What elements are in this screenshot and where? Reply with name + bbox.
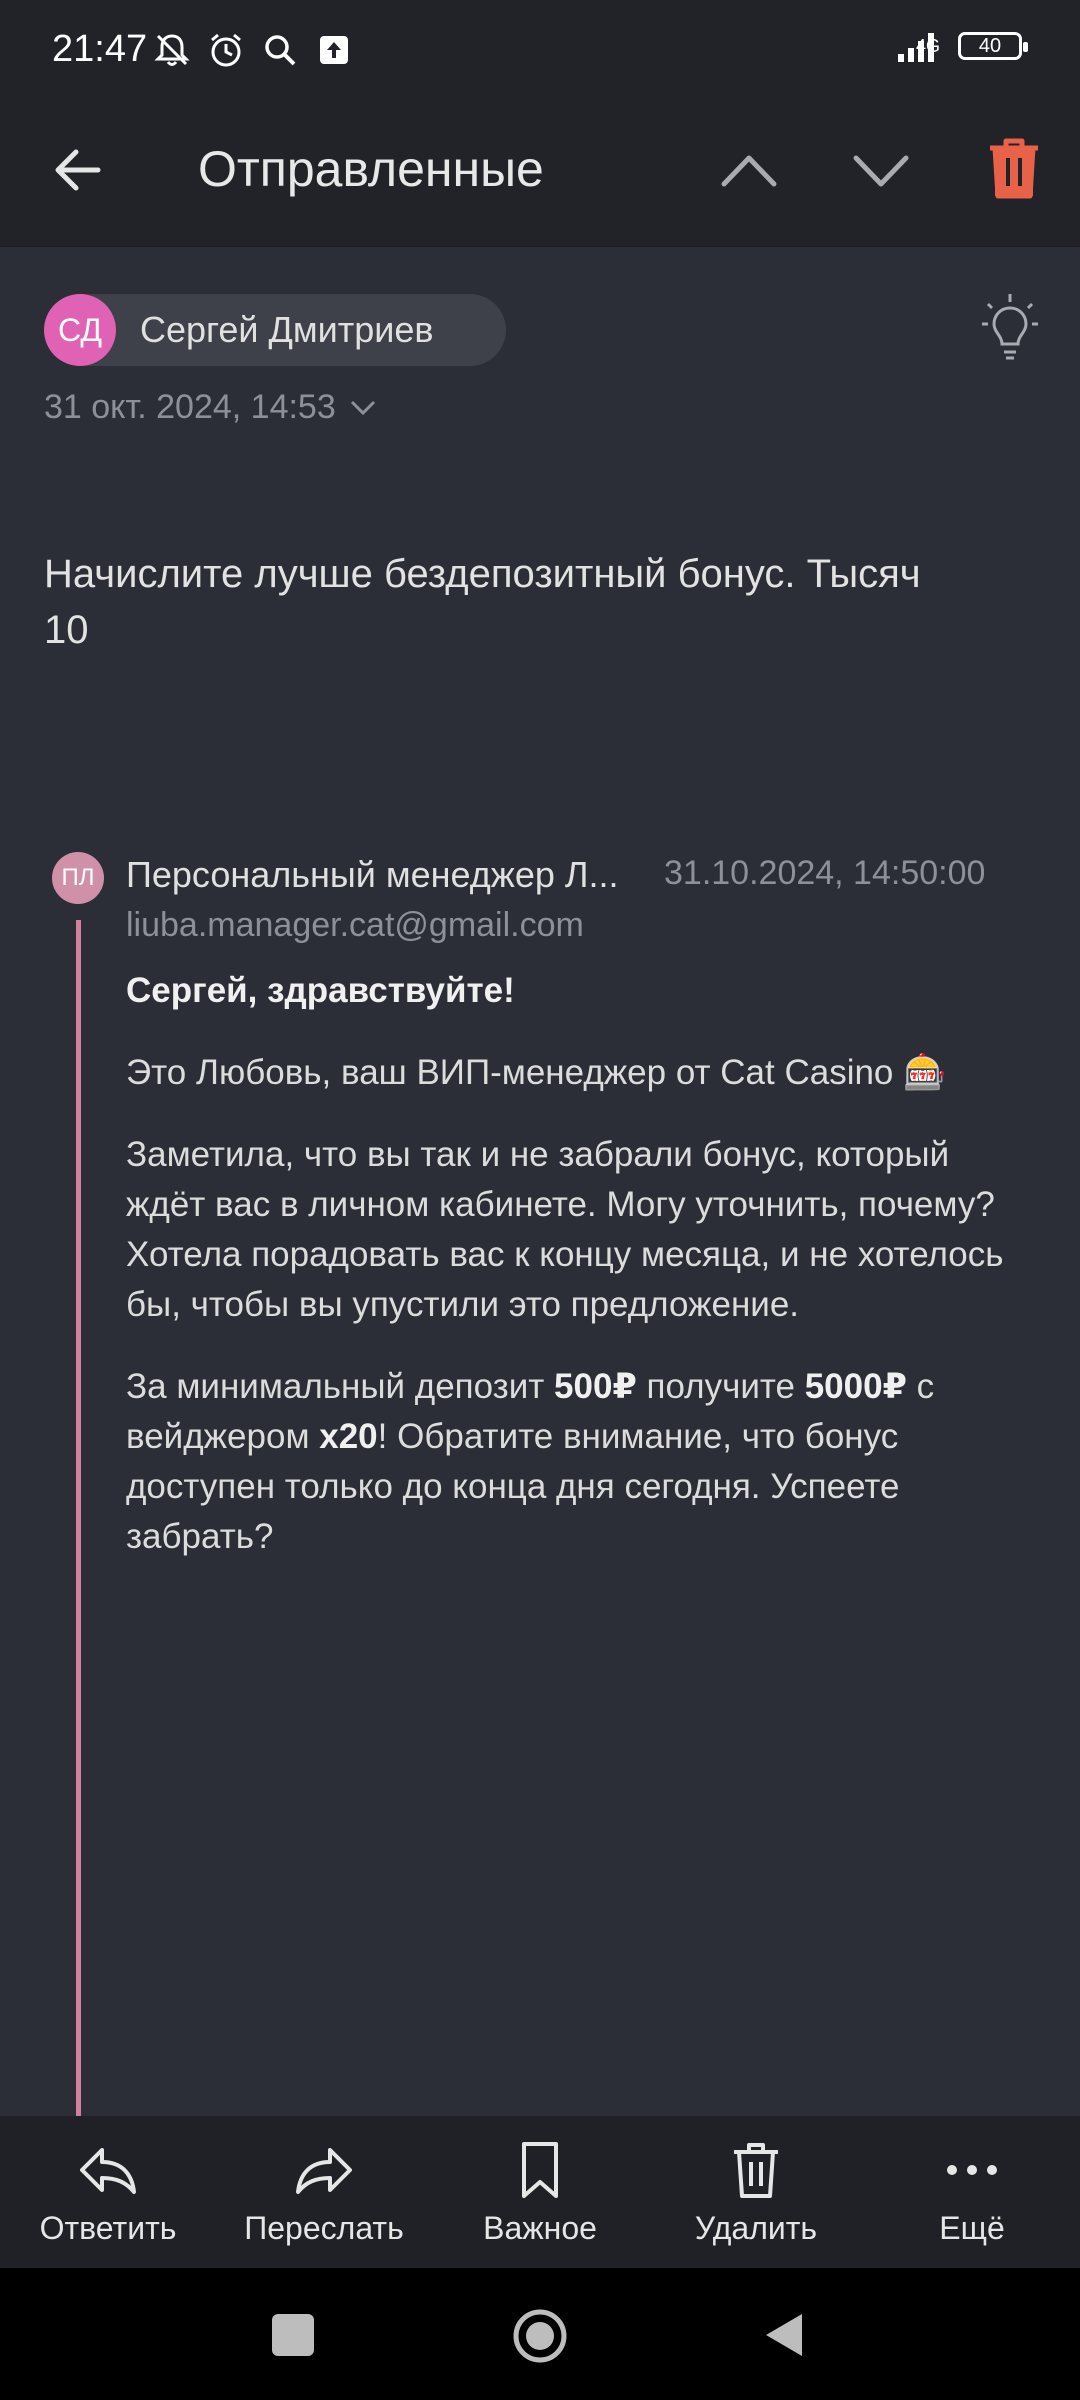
home-circle-icon[interactable] (512, 2308, 568, 2364)
quoted-email[interactable]: liuba.manager.cat@gmail.com (126, 906, 584, 945)
delete-button[interactable]: Удалить (648, 2116, 864, 2268)
reply-label: Ответить (39, 2210, 177, 2246)
quoted-paragraph: Заметила, что вы так и не забрали бонус,… (126, 1135, 1004, 1324)
forward-label: Переслать (244, 2210, 404, 2246)
message-body: Начислите лучше бездепозитный бонус. Тыс… (44, 546, 1024, 658)
sender-chip[interactable]: СД Сергей Дмитриев (44, 294, 506, 366)
status-bar: 21:47 4G 40 (0, 0, 1080, 96)
mail-date[interactable]: 31 окт. 2024, 14:53 (44, 388, 378, 427)
trash-icon (734, 2143, 778, 2198)
more-dots-icon (947, 2165, 997, 2175)
avatar: СД (44, 294, 116, 366)
app-bar: Отправленные (0, 96, 1080, 247)
important-label: Важное (483, 2210, 597, 2246)
text: получите (636, 1367, 805, 1406)
search-icon (265, 35, 296, 66)
forward-icon (296, 2148, 352, 2194)
important-button[interactable]: Важное (432, 2116, 648, 2268)
muted-bell-icon (154, 34, 190, 66)
more-label: Ещё (939, 2210, 1005, 2246)
chevron-down-icon[interactable] (850, 144, 912, 196)
back-triangle-icon[interactable] (762, 2310, 806, 2360)
status-right: 40 (894, 28, 1028, 64)
upload-icon (320, 36, 348, 64)
message-body-line: 10 (44, 608, 89, 652)
text-bold: x20 (319, 1417, 378, 1456)
more-button[interactable]: Ещё (864, 2116, 1080, 2268)
page-title: Отправленные (198, 141, 544, 197)
text-bold: 5000₽ (804, 1367, 907, 1406)
text-bold: 500₽ (554, 1367, 637, 1406)
quoted-avatar: ПЛ (52, 852, 104, 904)
sender-name: Сергей Дмитриев (140, 309, 434, 350)
lightbulb-icon[interactable] (978, 290, 1042, 370)
reply-button[interactable]: Ответить (0, 2116, 216, 2268)
system-nav-bar (0, 2268, 1080, 2400)
mail-date-text: 31 окт. 2024, 14:53 (44, 388, 336, 426)
alarm-icon (211, 33, 241, 67)
text: За минимальный депозит (126, 1367, 555, 1406)
status-time: 21:47 (52, 28, 148, 70)
status-icons (152, 30, 354, 70)
reply-icon (80, 2148, 136, 2194)
message-body-line: Начислите лучше бездепозитный бонус. Тыс… (44, 552, 921, 596)
quoted-sender[interactable]: Персональный менеджер Л... (126, 854, 646, 896)
quoted-greeting: Сергей, здравствуйте! (126, 971, 515, 1010)
delete-trash-icon[interactable] (986, 136, 1042, 200)
screen: 21:47 4G 40 Отправленные СД Сергей Дмитр… (0, 0, 1080, 2400)
quoted-date: 31.10.2024, 14:50:00 (664, 854, 986, 892)
delete-label: Удалить (694, 2210, 818, 2246)
battery-icon: 40 (958, 32, 1028, 60)
back-arrow-icon[interactable] (48, 140, 108, 200)
quoted-body: Сергей, здравствуйте! Это Любовь, ваш ВИ… (126, 966, 1026, 1594)
recents-square-icon[interactable] (272, 2314, 314, 2356)
signal-icon (898, 33, 934, 62)
forward-button[interactable]: Переслать (216, 2116, 432, 2268)
chevron-down-small-icon (350, 400, 375, 415)
action-bar: Ответить Переслать Важное Удалить Ещё (0, 2116, 1080, 2268)
quoted-offer: За минимальный депозит 500₽ получите 500… (126, 1362, 1026, 1562)
quoted-intro: Это Любовь, ваш ВИП-менеджер от Cat Casi… (126, 1053, 947, 1092)
bookmark-icon (522, 2142, 558, 2198)
chevron-up-icon[interactable] (718, 144, 780, 196)
quote-line (76, 920, 81, 2120)
